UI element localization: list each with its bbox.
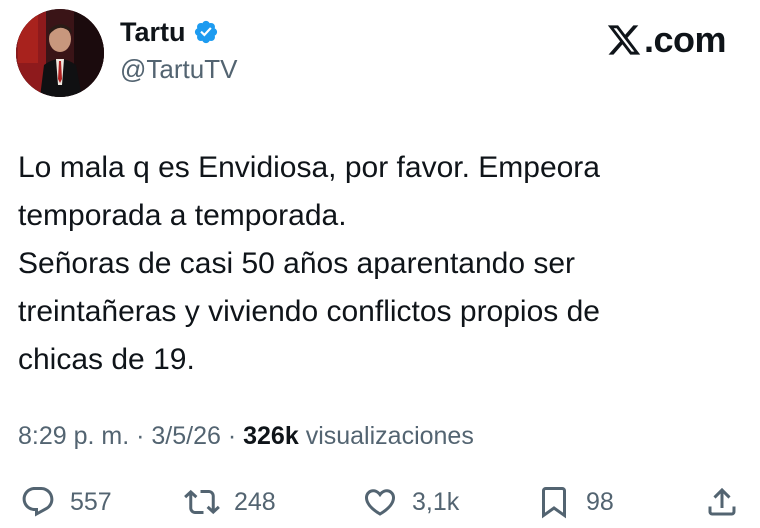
tweet-time[interactable]: 8:29 p. m. [18,422,129,450]
brand-mark: .com [606,19,727,60]
views-count: 326k [243,422,299,450]
tweet-line: Lo mala q es Envidiosa, por favor. Empeo… [18,151,600,184]
tweet-line: treintañeras y viviendo conflictos propi… [18,295,600,328]
avatar[interactable] [16,9,104,97]
brand-domain-text: .com [644,19,727,60]
author-display-name[interactable]: Tartu [120,16,186,48]
share-icon [708,487,736,516]
profile-photo [16,9,104,97]
meta-separator: · [220,422,244,450]
author-name-row: Tartu [120,16,219,48]
repost-count: 248 [234,488,276,516]
author-handle[interactable]: @TartuTV [120,53,237,85]
bookmark-count: 98 [586,488,614,516]
bookmark-icon [542,487,566,519]
share-button[interactable] [704,480,740,524]
tweet-line: temporada a temporada. [18,199,347,232]
like-count: 3,1k [412,488,460,516]
heart-icon [364,489,396,516]
tweet-meta: 8:29 p. m. · 3/5/26 · 326k visualizacion… [18,420,474,452]
reply-count: 557 [70,488,112,516]
tweet-date[interactable]: 3/5/26 [151,422,221,450]
bookmark-button[interactable]: 98 [536,480,614,524]
views-label: visualizaciones [298,422,474,450]
tweet-line: chicas de 19. [18,343,195,376]
like-button[interactable]: 3,1k [362,480,459,524]
tweet-line: Señoras de casi 50 años aparentando ser [18,247,576,280]
repost-button[interactable]: 248 [184,480,276,524]
reply-icon [22,487,54,517]
meta-separator: · [129,422,152,450]
repost-icon [184,489,220,515]
x-logo-icon [607,25,641,55]
verified-badge-icon [194,20,217,44]
reply-button[interactable]: 557 [20,480,112,524]
tweet-text: Lo mala q es Envidiosa, por favor. Empeo… [18,144,718,384]
